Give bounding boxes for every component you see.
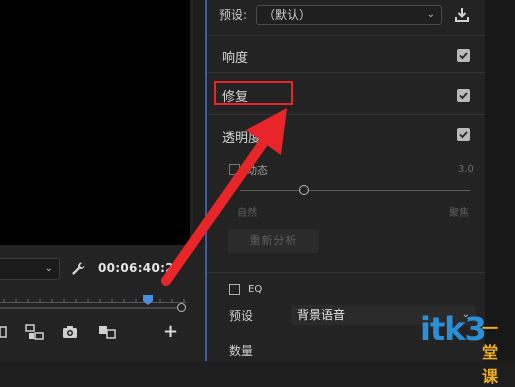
watermark-sub-text: 一堂课 [482, 319, 499, 386]
annotation-arrow-icon [161, 108, 287, 286]
watermark-main-text: itk3 [420, 310, 487, 348]
